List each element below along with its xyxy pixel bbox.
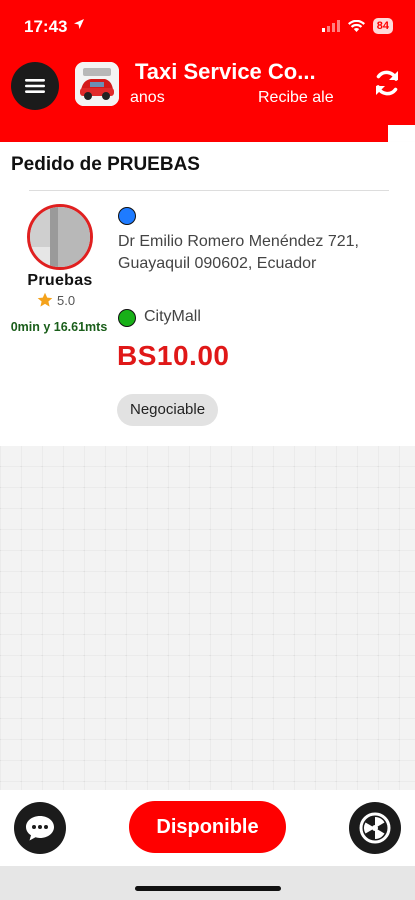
eta-distance: 0min y 16.61mts [10,320,108,334]
hamburger-icon [25,79,45,93]
status-time: 17:43 [24,17,68,36]
user-name: Pruebas [27,272,93,289]
marquee-text-right: Recibe ale [258,89,334,106]
star-icon [37,292,53,307]
background-pattern [0,446,415,790]
availability-button[interactable]: Disponible [129,801,286,853]
status-indicators: 84 [321,18,393,34]
marquee-text-left: anos [130,89,165,106]
location-arrow-icon [74,19,84,29]
origin-address: Dr Emilio Romero Menéndez 721, Guayaquil… [118,233,359,272]
order-title: Pedido de PRUEBAS [11,154,200,175]
chat-button[interactable] [14,802,66,854]
refresh-icon[interactable] [371,67,403,99]
destination-address: CityMall [144,308,201,325]
bottom-bar: Disponible [0,790,415,866]
fare-price: BS10.00 [117,340,230,371]
user-rating: 5.0 [37,292,75,308]
app-title: Taxi Service Co... [135,59,316,84]
home-indicator[interactable] [135,886,281,891]
user-photo [30,207,90,267]
radar-button[interactable] [349,802,401,854]
radar-icon [359,812,391,844]
timer-progress-bar [0,125,389,142]
order-card[interactable]: Pedido de PRUEBAS Pruebas 5.0 0min y 16.… [0,142,415,446]
rating-value: 5.0 [57,292,76,308]
taxi-car-logo-icon [75,62,119,106]
wifi-icon [347,20,365,32]
chat-bubble-icon [26,816,54,841]
battery-indicator: 84 [372,18,393,34]
status-bar: 17:43 84 [0,0,415,55]
signal-icon [321,20,340,32]
app-logo [75,62,119,106]
divider [29,190,389,191]
timer-progress-track [0,125,415,142]
avatar [27,204,93,270]
destination-marker-icon [118,309,136,327]
app-bar: Taxi Service Co... anos Recibe ale [0,55,415,125]
announcement-marquee: anos Recibe ale [130,89,360,111]
home-indicator-area [0,866,415,900]
negotiable-badge: Negociable [117,394,219,426]
menu-button[interactable] [11,62,59,110]
origin-marker-icon [118,207,136,225]
